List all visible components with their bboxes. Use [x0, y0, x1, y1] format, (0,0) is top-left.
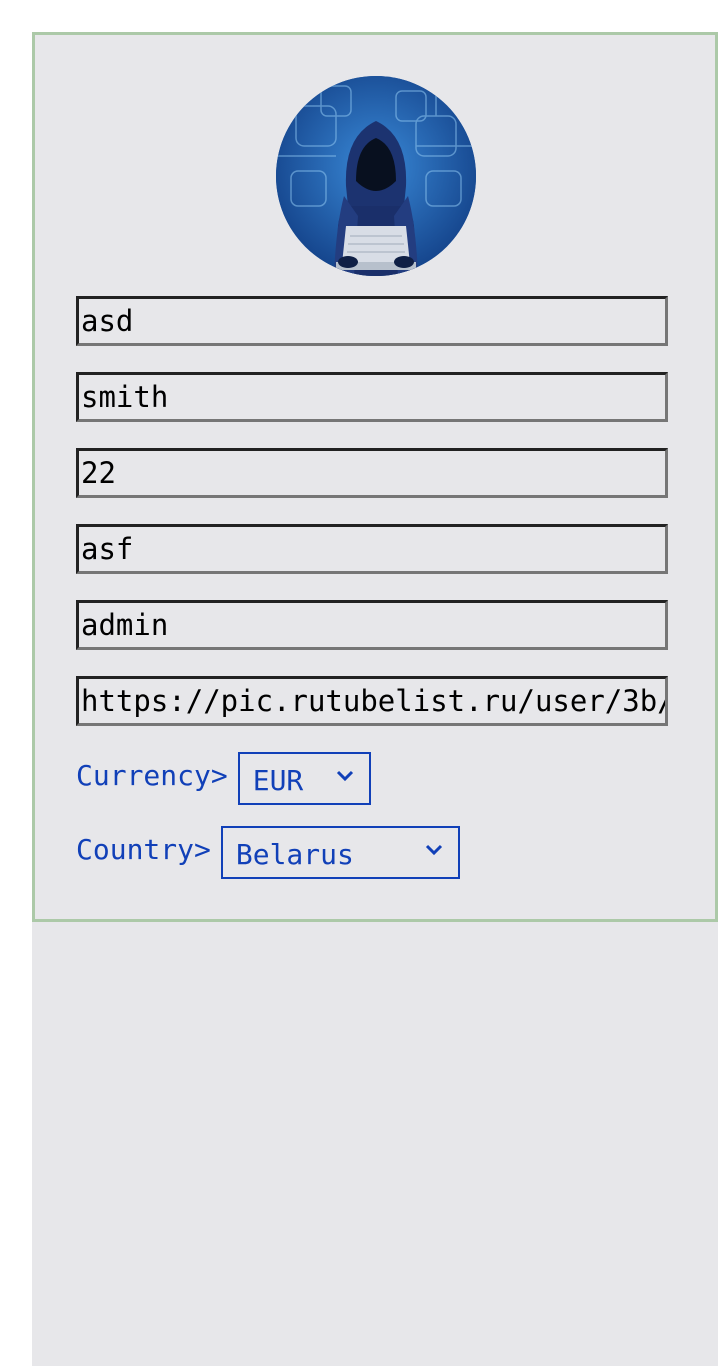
currency-select[interactable]: EUR [237, 752, 371, 805]
currency-row: Currency> EUR [76, 752, 371, 805]
avatar-url-input[interactable] [76, 676, 668, 726]
role-input[interactable] [76, 600, 668, 650]
age-input[interactable] [76, 448, 668, 498]
hooded-hacker-avatar-icon [276, 76, 476, 276]
first-name-input[interactable] [76, 296, 668, 346]
country-select[interactable]: Belarus [220, 826, 460, 879]
currency-label: Currency> [76, 759, 228, 792]
profile-card: Currency> EUR Country> Belarus [32, 32, 718, 922]
chevron-down-icon [336, 770, 353, 782]
profile-avatar [276, 76, 476, 276]
country-selected-value: Belarus [235, 838, 354, 871]
currency-selected-value: EUR [252, 764, 304, 797]
description-input[interactable] [76, 524, 668, 574]
last-name-input[interactable] [76, 372, 668, 422]
chevron-down-icon [425, 844, 442, 856]
country-row: Country> Belarus [76, 826, 460, 879]
country-label: Country> [76, 833, 211, 866]
